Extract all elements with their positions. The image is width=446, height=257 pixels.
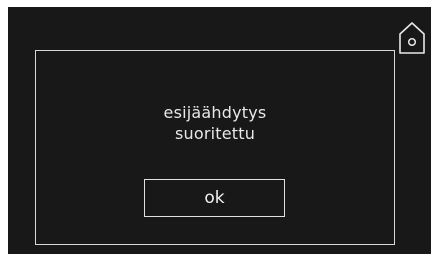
message-line-2: suoritettu — [174, 124, 256, 143]
ok-button[interactable]: ok — [144, 179, 285, 217]
message-line-1: esijäähdytys — [163, 103, 267, 122]
dialog-message: esijäähdytys suoritettu — [36, 102, 394, 144]
home-icon — [399, 22, 425, 54]
completion-dialog: esijäähdytys suoritettu ok — [35, 50, 395, 245]
home-button[interactable] — [397, 20, 427, 56]
display-screen: esijäähdytys suoritettu ok — [8, 7, 431, 254]
